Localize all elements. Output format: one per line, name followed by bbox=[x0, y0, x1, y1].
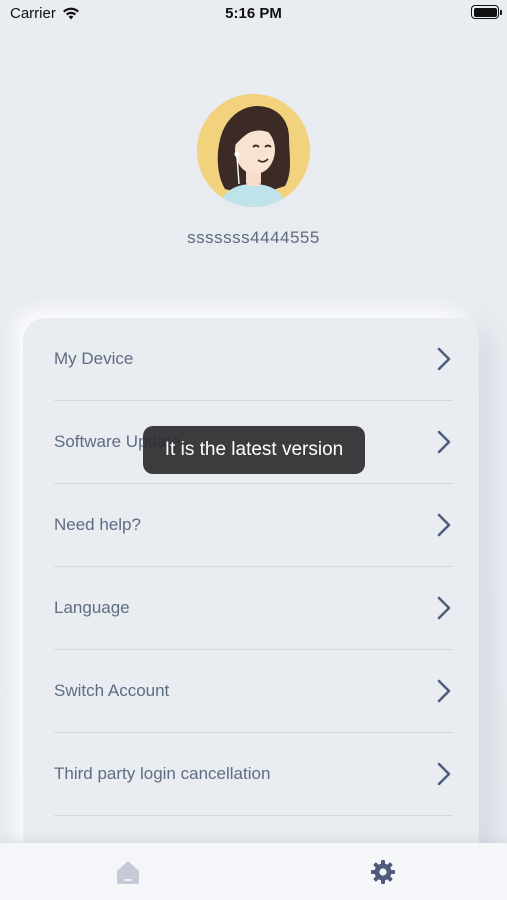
chevron-right-icon bbox=[437, 762, 451, 786]
username: sssssss4444555 bbox=[187, 228, 320, 247]
menu-item-label: My Device bbox=[54, 349, 134, 368]
status-right bbox=[471, 5, 502, 19]
chevron-right-icon bbox=[437, 596, 451, 620]
menu-item-label: Switch Account bbox=[54, 681, 170, 700]
status-time: 5:16 PM bbox=[225, 5, 282, 22]
chevron-right-icon bbox=[437, 430, 451, 454]
chevron-right-icon bbox=[437, 513, 451, 537]
menu-item-need-help[interactable]: Need help? bbox=[54, 484, 453, 567]
menu-item-label: Language bbox=[54, 598, 130, 617]
chevron-right-icon bbox=[437, 347, 451, 371]
menu-item-label: Third party login cancellation bbox=[54, 764, 271, 783]
gear-icon bbox=[371, 860, 395, 884]
home-icon bbox=[117, 861, 139, 884]
avatar-illustration bbox=[197, 94, 310, 207]
menu-item-label: Need help? bbox=[54, 515, 141, 534]
menu-item-my-device[interactable]: My Device bbox=[54, 318, 453, 401]
status-bar: Carrier 5:16 PM bbox=[0, 0, 507, 28]
settings-menu-card: My Device Software Update Need help? Lan… bbox=[23, 318, 479, 878]
avatar[interactable] bbox=[197, 94, 310, 207]
chevron-right-icon bbox=[437, 679, 451, 703]
menu-item-third-party-login-cancellation[interactable]: Third party login cancellation bbox=[54, 733, 453, 816]
menu-item-switch-account[interactable]: Switch Account bbox=[54, 650, 453, 733]
battery-icon bbox=[471, 5, 502, 19]
toast-message: It is the latest version bbox=[143, 426, 365, 474]
tab-home[interactable] bbox=[113, 857, 143, 887]
tab-bar bbox=[0, 843, 507, 900]
tab-settings[interactable] bbox=[368, 857, 398, 887]
settings-screen: Carrier 5:16 PM sssssss4444555 My Device… bbox=[0, 0, 507, 900]
menu-item-language[interactable]: Language bbox=[54, 567, 453, 650]
